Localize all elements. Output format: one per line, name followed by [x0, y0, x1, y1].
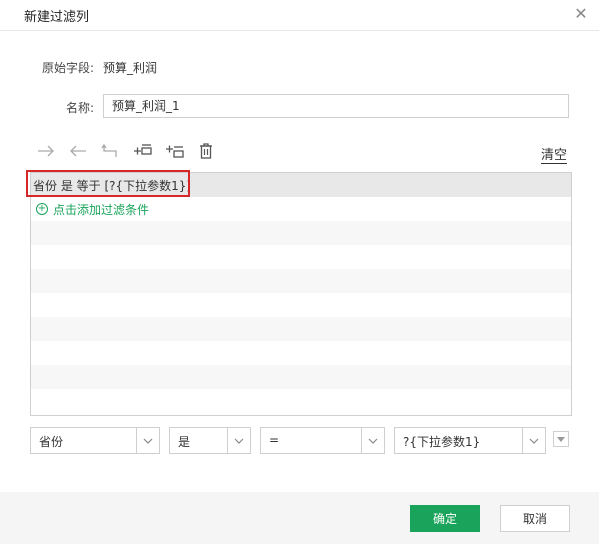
list-stripe — [31, 341, 571, 365]
source-field-value: 预算_利润 — [103, 61, 158, 75]
caret-down-icon — [557, 436, 565, 442]
param-select[interactable]: ?{下拉参数1} — [394, 427, 546, 454]
list-stripe — [31, 293, 571, 317]
param-options-button[interactable] — [553, 431, 569, 447]
filter-condition-row[interactable]: 省份 是 等于 [?{下拉参数1}] — [31, 173, 571, 197]
cancel-button[interactable]: 取消 — [500, 505, 570, 532]
operator-select[interactable]: 是 — [169, 427, 251, 454]
arrow-left-icon[interactable] — [67, 140, 89, 162]
add-condition-label: 点击添加过滤条件 — [53, 202, 150, 217]
dialog-title-bar: 新建过滤列 ✕ — [0, 0, 599, 31]
chevron-down-icon — [136, 428, 159, 453]
list-stripe — [31, 365, 571, 389]
dialog-footer: 确定 取消 — [0, 492, 599, 544]
chevron-down-icon — [361, 428, 384, 453]
clear-link[interactable]: 清空 — [540, 148, 567, 164]
list-stripe — [31, 269, 571, 293]
list-stripe — [31, 221, 571, 245]
name-input[interactable]: 预算_利润_1 — [103, 94, 569, 118]
source-field-label: 原始字段: — [42, 61, 95, 75]
insert-below-icon[interactable] — [132, 140, 154, 162]
dialog-title: 新建过滤列 — [24, 10, 90, 25]
filter-condition-text: 省份 是 等于 [?{下拉参数1}] — [33, 179, 192, 193]
insert-after-icon[interactable] — [164, 140, 186, 162]
name-label: 名称: — [66, 101, 95, 115]
comparator-select[interactable]: = — [260, 427, 385, 454]
list-stripe — [31, 245, 571, 269]
list-stripe — [31, 317, 571, 341]
close-icon[interactable]: ✕ — [573, 6, 589, 22]
field-select[interactable]: 省份 — [30, 427, 160, 454]
list-stripe — [31, 389, 571, 413]
add-condition-link[interactable]: + 点击添加过滤条件 — [36, 201, 149, 217]
plus-circle-icon: + — [36, 203, 48, 215]
chevron-down-icon — [522, 428, 545, 453]
chevron-down-icon — [227, 428, 250, 453]
new-filter-column-dialog: 新建过滤列 ✕ 原始字段: 预算_利润 名称: 预算_利润_1 清空 省份 是 … — [0, 0, 599, 544]
ok-button[interactable]: 确定 — [410, 505, 480, 532]
operator-select-value: 是 — [178, 435, 191, 449]
param-select-value: ?{下拉参数1} — [403, 435, 481, 449]
arrow-right-icon[interactable] — [35, 140, 57, 162]
comparator-select-value: = — [269, 433, 280, 447]
corner-up-icon[interactable] — [99, 140, 121, 162]
trash-icon[interactable] — [195, 140, 217, 162]
field-select-value: 省份 — [39, 435, 64, 449]
